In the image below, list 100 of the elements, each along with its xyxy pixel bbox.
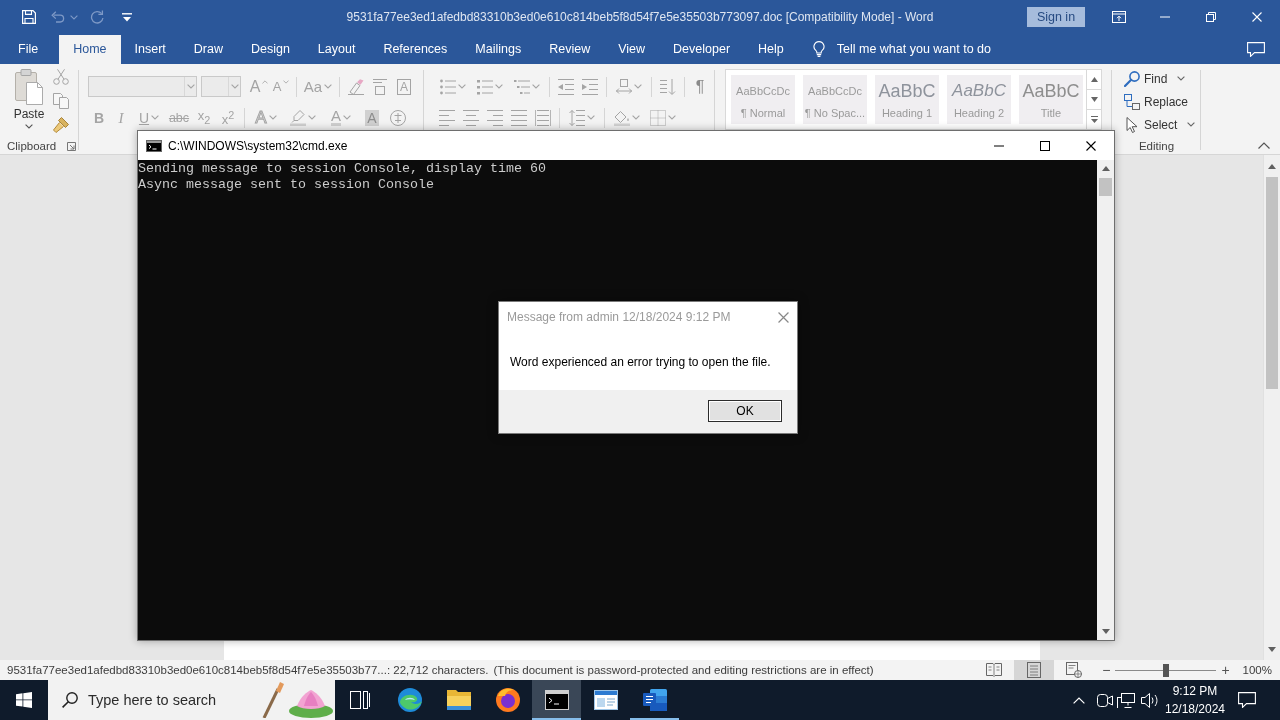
search-icon [1124,70,1140,87]
ribbon-tab[interactable]: Layout [303,35,370,64]
select-button[interactable]: Select [1124,113,1196,136]
zoom-in-button[interactable]: + [1221,663,1230,677]
print-layout-button[interactable] [1014,660,1055,680]
maximize-icon[interactable] [1040,140,1050,151]
zoom-out-button[interactable]: − [1102,663,1111,677]
ribbon-tab[interactable]: Mailings [461,35,536,64]
caret-down-icon [632,115,640,120]
ribbon-tab[interactable]: Home [59,35,121,64]
ribbon-tab[interactable]: Draw [179,35,237,64]
sign-in-button[interactable]: Sign in [1027,7,1085,27]
app-window-icon [593,690,618,710]
comment-icon[interactable] [1247,41,1265,57]
dialog-launcher-icon[interactable] [67,141,77,151]
scrollbar-thumb[interactable] [1099,178,1112,196]
terminal-icon [544,690,569,710]
customize-toolbar-icon[interactable] [122,12,132,22]
caret-down-icon [495,84,503,89]
collapse-ribbon-icon[interactable] [1258,142,1270,149]
dialog-message: Word experienced an error trying to open the file. [510,355,771,369]
slider-thumb[interactable] [1162,663,1169,677]
paint-bucket-icon [614,109,630,126]
clock-date[interactable]: 12/18/2024 [1164,700,1226,718]
network-icon[interactable] [1117,692,1135,708]
taskbar-button[interactable] [532,680,581,720]
group-label: Editing [1138,140,1175,152]
tell-me-field[interactable]: Tell me what you want to do [836,40,1007,58]
caret-down-icon [308,115,316,120]
save-icon[interactable] [22,10,36,24]
ribbon-tab[interactable]: File [4,35,53,64]
scroll-up-icon[interactable] [1101,166,1110,171]
more-styles-icon[interactable] [1090,116,1098,123]
vertical-scrollbar[interactable] [1263,155,1280,660]
scroll-down-icon[interactable] [1090,97,1098,102]
replace-icon [1124,93,1140,110]
undo-icon[interactable] [51,11,65,23]
font-size-field[interactable] [201,76,241,97]
ribbon-tab[interactable]: Insert [120,35,180,64]
paste-button[interactable]: Paste [8,69,50,132]
document-stats: 9531fa77ee3ed1afedbd83310b3ed0e610c814beb5f8d54f7e5e35503b77...: 22,712 characters. [7,664,489,676]
scroll-down-icon[interactable] [1101,629,1110,634]
console-icon [146,139,162,152]
caret-down-icon [186,84,195,89]
caret-up-icon [262,80,269,84]
font-name-field[interactable] [88,76,197,97]
volume-icon[interactable] [1141,692,1159,708]
caret-down-icon [283,80,290,84]
scrollbar-thumb[interactable] [1266,177,1278,389]
task-view-icon[interactable] [350,691,370,709]
flame-globe-icon [495,688,520,712]
window-title: C:\WINDOWS\system32\cmd.exe [168,138,348,153]
search-field[interactable]: Type here to search [88,690,238,710]
console-line: Sending message to session Console, display time 60 [138,161,546,177]
group-label: Clipboard [7,140,57,152]
caret-down-icon [587,115,595,120]
minimize-icon[interactable] [994,144,1004,147]
page-layout-icon [1026,662,1043,678]
find-button[interactable]: Find [1124,67,1186,90]
chevron-up-icon[interactable] [1073,696,1085,704]
ribbon-tab[interactable]: Developer [659,35,745,64]
ribbon-tab[interactable]: Review [535,35,605,64]
window-logo-icon[interactable] [16,692,32,708]
caret-down-icon [324,84,333,89]
cursor-arrow-icon [1124,116,1140,133]
restore-icon[interactable] [1206,12,1216,22]
scroll-up-icon[interactable] [1090,77,1098,82]
dialog-title: Message from admin 12/18/2024 9:12 PM [507,310,731,324]
multilevel-list-icon [514,78,530,95]
caret-down-icon [1187,122,1196,127]
paintbrush-icon[interactable] [53,117,69,133]
text-layout-icon [616,78,632,95]
notifications-icon[interactable] [1238,692,1256,708]
borders-icon [650,109,666,126]
replace-button[interactable]: Replace [1124,90,1189,113]
ribbon-tab[interactable]: View [604,35,660,64]
dialog-button[interactable]: OK [708,400,782,422]
video-camera-icon[interactable] [1097,693,1113,707]
lightbulb-icon[interactable] [812,41,825,57]
ribbon-display-options-icon[interactable] [1112,11,1126,23]
clock-time[interactable]: 9:12 PM [1172,682,1218,700]
search-icon [62,692,78,708]
ribbon-tab[interactable]: Help [744,35,798,64]
scroll-down-icon[interactable] [1268,647,1276,652]
paintbrush-lotus-illustration [261,682,333,718]
close-icon[interactable] [1086,140,1096,151]
caret-down-icon [1177,76,1186,81]
book-icon [986,662,1003,678]
caret-down-icon [668,115,676,120]
caret-down-icon [634,84,642,89]
redo-icon[interactable] [90,10,104,24]
line-spacing-icon [569,109,585,126]
ribbon-tab[interactable]: References [369,35,462,64]
vertical-scrollbar[interactable] [1097,160,1114,640]
ribbon-tab[interactable]: Design [236,35,304,64]
console-line: Async message sent to session Console [138,177,434,193]
scroll-up-icon[interactable] [1268,164,1276,169]
search-bar[interactable]: Type here to search [48,680,335,720]
bullet-list-icon [440,78,456,95]
caret-down-icon [532,84,540,89]
